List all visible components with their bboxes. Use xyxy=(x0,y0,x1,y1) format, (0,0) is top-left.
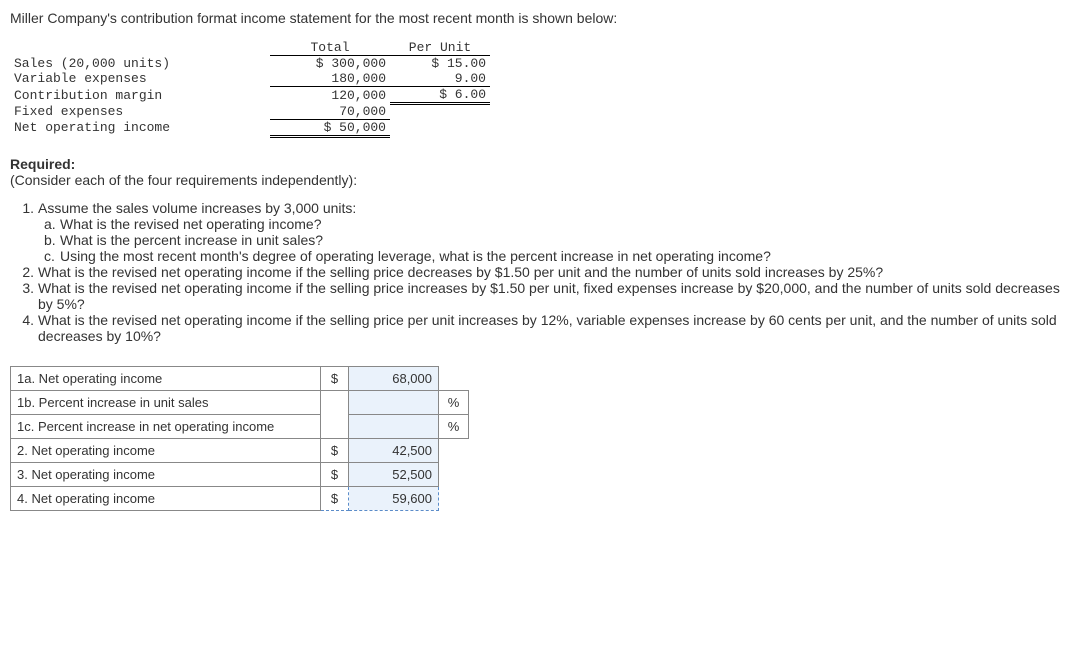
row-varexp-perunit: 9.00 xyxy=(390,71,490,87)
ans-1b-label: 1b. Percent increase in unit sales xyxy=(11,390,321,414)
ans-4-label: 4. Net operating income xyxy=(11,486,321,510)
row-fixed-label: Fixed expenses xyxy=(10,104,270,120)
q1: Assume the sales volume increases by 3,0… xyxy=(38,200,1075,216)
table-row: 1b. Percent increase in unit sales % xyxy=(11,390,469,414)
row-noi-label: Net operating income xyxy=(10,119,270,136)
income-statement-table: Total Per Unit Sales (20,000 units) $ 30… xyxy=(10,40,490,138)
table-row: 4. Net operating income $ 59,600 xyxy=(11,486,469,510)
row-sales-label: Sales (20,000 units) xyxy=(10,56,270,72)
ans-4-val[interactable]: 59,600 xyxy=(349,486,439,510)
row-varexp-label: Variable expenses xyxy=(10,71,270,87)
question-list: 1.Assume the sales volume increases by 3… xyxy=(10,200,1075,344)
ans-1a-label: 1a. Net operating income xyxy=(11,366,321,390)
table-row: 3. Net operating income $ 52,500 xyxy=(11,462,469,486)
row-cm-perunit: $ 6.00 xyxy=(390,87,490,104)
q1b: What is the percent increase in unit sal… xyxy=(60,232,1075,248)
ans-1b-val[interactable] xyxy=(349,390,439,414)
row-sales-total: $ 300,000 xyxy=(270,56,390,72)
q1a: What is the revised net operating income… xyxy=(60,216,1075,232)
row-sales-perunit: $ 15.00 xyxy=(390,56,490,72)
table-row: 1a. Net operating income $ 68,000 xyxy=(11,366,469,390)
ans-4-cur: $ xyxy=(321,486,349,510)
ans-1a-unit xyxy=(439,366,469,390)
ans-2-label: 2. Net operating income xyxy=(11,438,321,462)
row-noi-total: $ 50,000 xyxy=(270,119,390,136)
hdr-total: Total xyxy=(270,40,390,56)
row-cm-total: 120,000 xyxy=(270,87,390,104)
q2: What is the revised net operating income… xyxy=(38,264,1075,280)
table-row: 2. Net operating income $ 42,500 xyxy=(11,438,469,462)
q1c: Using the most recent month's degree of … xyxy=(60,248,1075,264)
ans-1b-unit: % xyxy=(439,390,469,414)
ans-3-label: 3. Net operating income xyxy=(11,462,321,486)
ans-3-cur: $ xyxy=(321,462,349,486)
table-row: 1c. Percent increase in net operating in… xyxy=(11,414,469,438)
row-fixed-total: 70,000 xyxy=(270,104,390,120)
row-varexp-total: 180,000 xyxy=(270,71,390,87)
ans-1a-val[interactable]: 68,000 xyxy=(349,366,439,390)
required-subtitle: (Consider each of the four requirements … xyxy=(10,172,1075,188)
ans-2-val[interactable]: 42,500 xyxy=(349,438,439,462)
ans-2-cur: $ xyxy=(321,438,349,462)
required-title: Required: xyxy=(10,156,1075,172)
ans-1c-label: 1c. Percent increase in net operating in… xyxy=(11,414,321,438)
hdr-perunit: Per Unit xyxy=(390,40,490,56)
q3: What is the revised net operating income… xyxy=(38,280,1075,312)
intro-text: Miller Company's contribution format inc… xyxy=(10,10,1075,26)
ans-1a-cur: $ xyxy=(321,366,349,390)
ans-3-val[interactable]: 52,500 xyxy=(349,462,439,486)
answer-table: 1a. Net operating income $ 68,000 1b. Pe… xyxy=(10,366,469,511)
q4: What is the revised net operating income… xyxy=(38,312,1075,344)
ans-1c-unit: % xyxy=(439,414,469,438)
ans-1c-val[interactable] xyxy=(349,414,439,438)
row-cm-label: Contribution margin xyxy=(10,87,270,104)
